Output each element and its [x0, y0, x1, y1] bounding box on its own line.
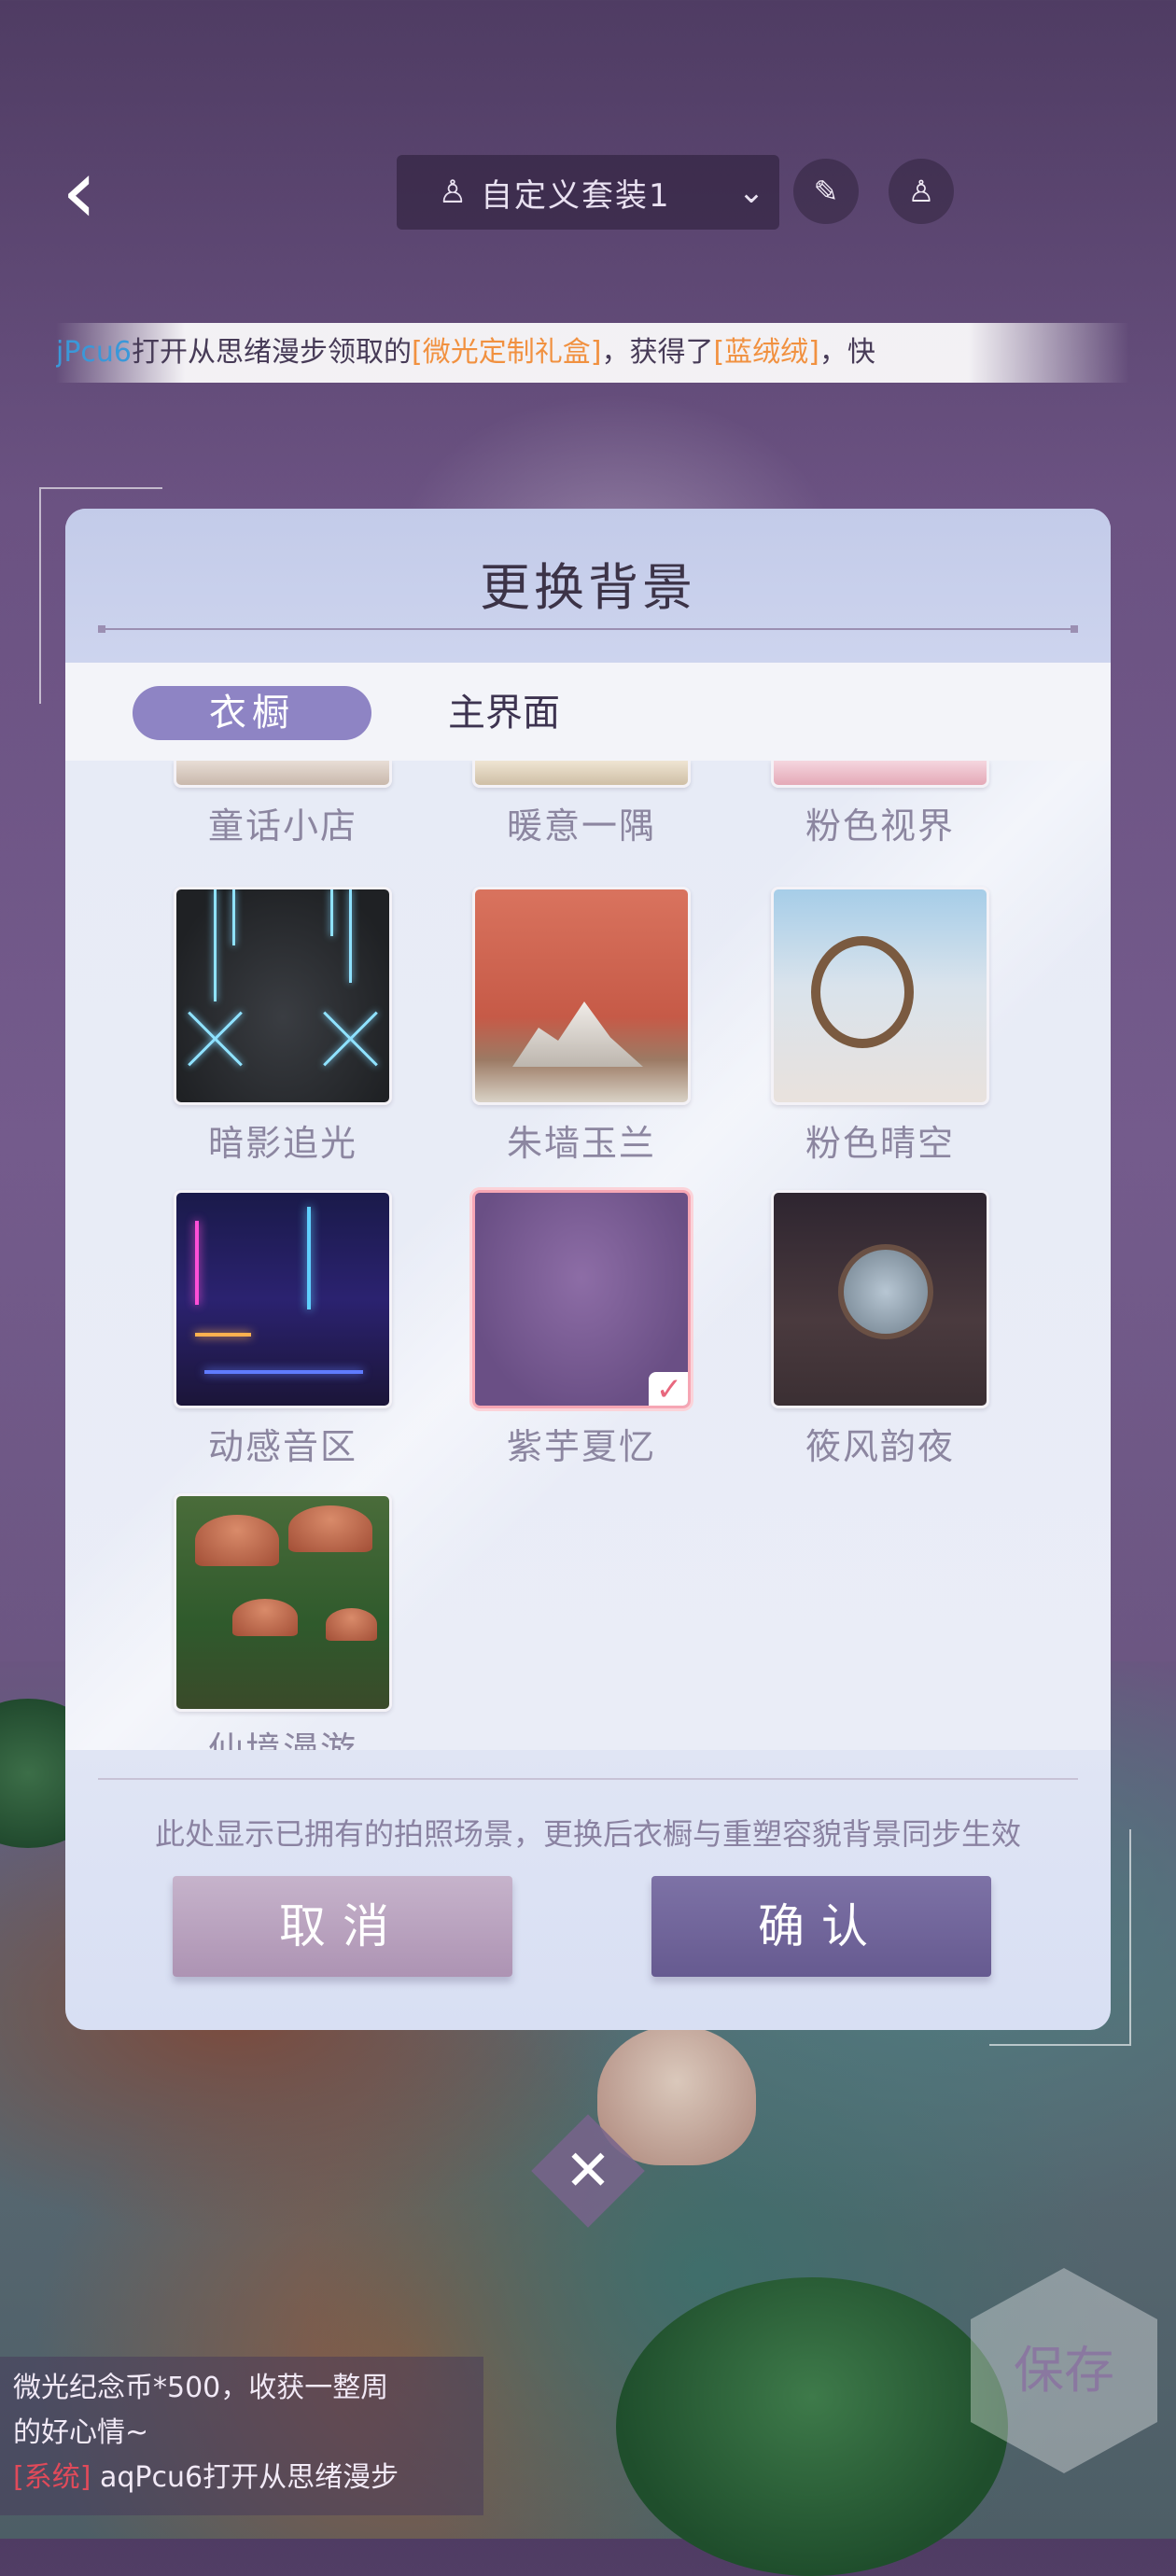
- outfit-icon: ♙: [438, 174, 468, 211]
- background-label: 粉色视界: [805, 805, 955, 847]
- background-card-selected[interactable]: ✓ 紫芋夏忆: [472, 1190, 691, 1469]
- close-button[interactable]: ✕: [531, 2114, 645, 2228]
- background-card[interactable]: 暖意一隅: [472, 761, 691, 848]
- outfit-icon-button[interactable]: ♙: [889, 159, 954, 224]
- background-thumbnail: [174, 887, 392, 1105]
- background-card[interactable]: 筱风韵夜: [771, 1190, 989, 1469]
- background-label: 紫芋夏忆: [506, 1426, 656, 1467]
- background-label: 动感音区: [207, 1426, 357, 1467]
- system-tag: [系统]: [13, 2461, 91, 2494]
- background-card[interactable]: 朱墙玉兰: [472, 887, 691, 1166]
- cancel-button[interactable]: 取消: [173, 1876, 512, 1977]
- background-label: 仙境漫游: [207, 1729, 357, 1750]
- hint-text: 此处显示已拥有的拍照场景，更换后衣橱与重塑容貌背景同步生效: [154, 1816, 1021, 1852]
- background-thumbnail: [771, 887, 989, 1105]
- background-thumbnail: [174, 1493, 392, 1712]
- lotus-leaf: [616, 2277, 1008, 2576]
- background-thumbnail: [771, 1190, 989, 1408]
- tab-main-screen[interactable]: 主界面: [401, 686, 607, 740]
- chevron-down-icon: ⌄: [737, 174, 765, 211]
- background-card[interactable]: 童话小店: [174, 761, 392, 848]
- marquee-user: jPcu6: [56, 336, 133, 369]
- background-label: 暖意一隅: [506, 805, 656, 847]
- background-thumbnail: [174, 1190, 392, 1408]
- announcement-marquee: jPcu6打开从思绪漫步领取的[微光定制礼盒]，获得了[蓝绒绒]，快: [56, 323, 1129, 383]
- tab-bar: 衣橱 主界面: [65, 663, 1111, 761]
- checkmark-icon: ✓: [649, 1372, 688, 1406]
- background-thumbnail: ✓: [472, 1190, 691, 1408]
- background-card[interactable]: 仙境漫游: [174, 1493, 392, 1750]
- marquee-text: ，快: [819, 336, 875, 369]
- background-thumbnail: [472, 887, 691, 1105]
- suit-label: 自定义套装1: [481, 176, 671, 215]
- tab-wardrobe[interactable]: 衣橱: [133, 686, 371, 740]
- title-divider: [98, 625, 1078, 633]
- background-card[interactable]: 粉色晴空: [771, 887, 989, 1166]
- background-label: 粉色晴空: [805, 1123, 955, 1164]
- back-button[interactable]: ‹: [37, 140, 121, 243]
- background-label: 朱墙玉兰: [506, 1123, 656, 1164]
- close-icon: ✕: [564, 2138, 612, 2204]
- footer-divider: [98, 1778, 1078, 1780]
- marquee-text: ，获得了: [601, 336, 714, 369]
- background-thumbnail: [771, 761, 989, 788]
- background-thumbnail: [472, 761, 691, 788]
- background-card[interactable]: 粉色视界: [771, 761, 989, 848]
- chat-text: aqPcu6打开从思绪漫步: [99, 2461, 399, 2494]
- change-background-dialog: 更换背景 衣橱 主界面 童话小店 暖意一隅 粉色视界 暗影追光 朱墙玉兰 粉色晴…: [65, 509, 1111, 2030]
- chat-line: 的好心情~: [13, 2416, 149, 2449]
- background-label: 童话小店: [207, 805, 357, 847]
- chat-line: 微光纪念币*500，收获一整周: [13, 2372, 389, 2404]
- edit-icon[interactable]: ✎: [793, 159, 859, 224]
- background-card[interactable]: 动感音区: [174, 1190, 392, 1469]
- background-grid: 童话小店 暖意一隅 粉色视界 暗影追光 朱墙玉兰 粉色晴空 动感音区 ✓ 紫芋夏…: [65, 761, 1111, 1750]
- confirm-button[interactable]: 确认: [651, 1876, 991, 1977]
- marquee-text: 打开从思绪漫步领取的: [132, 336, 413, 369]
- chat-feed[interactable]: 微光纪念币*500，收获一整周 的好心情~ [系统] aqPcu6打开从思绪漫步: [0, 2357, 483, 2515]
- background-label: 暗影追光: [207, 1123, 357, 1164]
- background-label: 筱风韵夜: [805, 1426, 955, 1467]
- chat-line: [系统] aqPcu6打开从思绪漫步: [13, 2456, 470, 2500]
- dialog-header: 更换背景: [65, 509, 1111, 663]
- marquee-gift: [微光定制礼盒]: [412, 336, 602, 369]
- background-thumbnail: [174, 761, 392, 788]
- background-card[interactable]: 暗影追光: [174, 887, 392, 1166]
- dialog-title: 更换背景: [480, 558, 696, 617]
- marquee-item: [蓝绒绒]: [713, 336, 819, 369]
- suit-dropdown[interactable]: ♙ 自定义套装1 ⌄: [397, 155, 779, 230]
